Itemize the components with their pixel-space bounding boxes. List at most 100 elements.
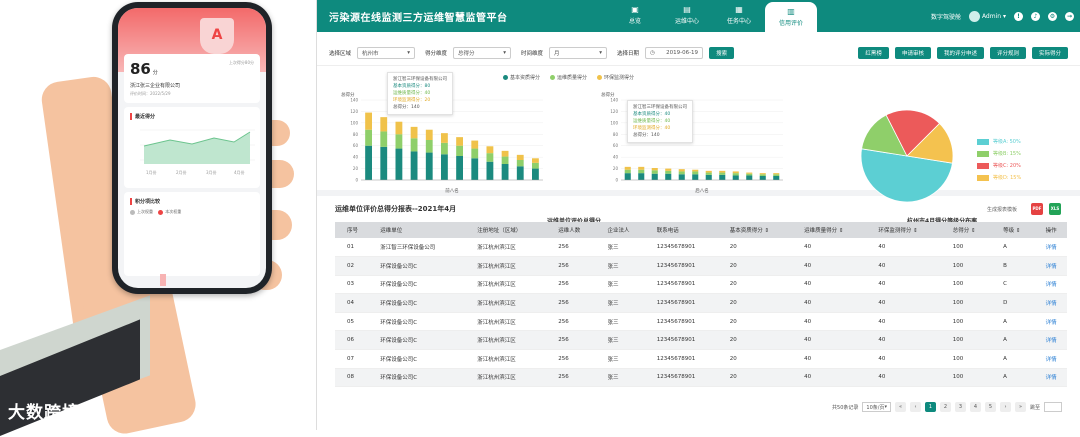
page-button[interactable]: 5 [984,402,996,412]
page-button[interactable]: 2 [939,402,951,412]
detail-link[interactable]: 详情 [1033,349,1067,369]
table-cell: 浙江杭州滨江区 [465,330,547,351]
report-table: 序号 运维单位 注册地址（区域） 运维人数 企业法人 联系电话 基本资质得分 ⇕ 运维质量得分… [335,222,1067,388]
bar-segment [705,172,712,175]
column-header[interactable]: 运维质量得分 ⇕ [792,222,867,238]
region-select[interactable]: 杭州市 ▾ [357,46,416,59]
column-header[interactable]: 联系电话 [644,222,718,238]
column-header[interactable]: 运维单位 [368,222,466,238]
table-row: 02 环保设备公司C 浙江杭州滨江区 256 张三 12345678901 20 40 40 10… [335,256,1067,276]
table-cell: 40 [792,275,867,295]
detail-link[interactable]: 详情 [1033,238,1067,258]
column-header[interactable]: 操作 [1033,222,1067,238]
last-page-button[interactable]: » [1014,402,1026,412]
bar-segment [410,138,418,152]
prev-page-button[interactable]: ‹ [909,402,921,412]
bar-segment [365,145,372,180]
detail-link[interactable]: 详情 [1033,312,1067,332]
search-button[interactable]: 搜索 [709,46,735,59]
column-header[interactable]: 环保监测得分 ⇕ [866,222,941,238]
bar-segment [665,168,672,171]
table-cell: A [991,368,1034,388]
user-menu[interactable]: Admin ▾ [969,10,1006,22]
table-cell: 12345678901 [644,312,718,332]
legend-label: 上次权重 [137,209,153,214]
bar-segment [380,146,388,180]
table-cell: 40 [792,368,867,388]
nav-item-tasks[interactable]: ▦ 任务中心 [713,0,765,32]
table-cell: 浙江杭州滨江区 [465,238,547,258]
dimension-select[interactable]: 总得分 ▾ [453,46,512,59]
detail-link[interactable]: 详情 [1033,256,1067,276]
table-cell: 08 [335,368,369,388]
y-tick-label: 120 [350,109,358,114]
bar-segment [732,173,739,176]
bar-segment [665,170,672,174]
date-value: 2019-06-19 [666,49,699,56]
table-cell: 张三 [595,238,645,258]
nav-item-maintenance[interactable]: ▤ 运维中心 [661,0,713,32]
bar-segment [501,164,509,180]
column-header[interactable]: 运维人数 [546,222,596,238]
red-black-list-button[interactable]: 红黑榜 [858,46,889,59]
actual-score-button[interactable]: 实际得分 [1031,46,1068,59]
detail-link[interactable]: 详情 [1033,275,1067,295]
bar-segment [425,129,433,140]
xls-export-button[interactable]: XLS [1049,203,1061,215]
score-value: 86 [130,60,151,78]
detail-link[interactable]: 详情 [1033,293,1067,313]
table-cell: 256 [546,368,596,388]
page-button[interactable]: 3 [954,402,966,412]
first-page-button[interactable]: « [894,402,906,412]
nav-item-overview[interactable]: ▣ 总览 [609,0,661,32]
bar-segment [624,173,631,180]
table-cell: 20 [717,368,793,388]
table-body: 01 浙江智三环保设备公司 浙江杭州滨江区 256 张三 12345678901 20 40 4… [335,238,1067,388]
time-select[interactable]: 月 ▾ [549,46,608,59]
detail-link[interactable]: 详情 [1033,330,1067,351]
bell-icon[interactable]: ♪ [1031,11,1040,21]
bar-segment [425,140,433,153]
page-button[interactable]: 4 [969,402,981,412]
column-header[interactable]: 等级 ⇕ [991,222,1034,238]
date-picker[interactable]: ◷ 2019-06-19 [645,46,704,59]
page-size-value: 10条/页 [866,404,885,411]
table-cell: 20 [717,349,793,369]
rules-button[interactable]: 评分规则 [989,46,1026,59]
bar-segment [410,151,418,180]
column-header[interactable]: 注册地址（区域） [465,222,547,238]
table-row: 04 环保设备公司C 浙江杭州滨江区 256 张三 12345678901 20 40 40 10… [335,293,1067,313]
score-card[interactable]: 86 分 上次得分80分 浙江张三企业有限公司 评价时间：2022/5/29 [124,54,260,103]
apply-review-button[interactable]: 申请审核 [894,46,931,59]
legend-swatch [977,138,989,145]
bar-segment [365,112,372,130]
logout-icon[interactable]: → [1065,11,1074,21]
nav-item-credit[interactable]: ▥ 信用评价 [765,2,817,32]
table-cell: 12345678901 [644,368,718,388]
bar-segment [516,154,524,160]
tooltip-line: 总得分：140 [633,133,660,138]
jump-input[interactable] [1044,402,1062,412]
gear-icon[interactable]: ⚙ [1048,11,1057,21]
trend-card: 最近得分 1月份 2月份 3月份 4月份 [124,107,260,188]
table-cell: 01 [335,238,369,258]
next-page-button[interactable]: › [999,402,1011,412]
table-cell: 02 [335,256,369,276]
trend-title: 最近得分 [130,113,254,120]
info-icon[interactable]: ! [1014,11,1023,21]
pdf-export-button[interactable]: PDF [1031,203,1043,215]
column-header[interactable]: 企业法人 [595,222,645,238]
table-cell: 20 [717,256,793,276]
bar-segment [719,172,726,175]
my-appeal-button[interactable]: 我的评分申述 [936,46,984,59]
y-tick-label: 100 [350,120,358,125]
dept-label[interactable]: 数字驾驶舱 [931,12,961,21]
column-header[interactable]: 基本资质得分 ⇕ [717,222,793,238]
page-size-select[interactable]: 10条/页 ▾ [862,402,891,412]
tooltip-line: 运维质量得分：40 [393,91,431,96]
column-header[interactable]: 总得分 ⇕ [940,222,992,238]
page-button[interactable]: 1 [924,402,936,412]
column-header[interactable]: 序号 [335,222,369,238]
detail-link[interactable]: 详情 [1033,368,1067,388]
bar-segment [732,171,739,174]
